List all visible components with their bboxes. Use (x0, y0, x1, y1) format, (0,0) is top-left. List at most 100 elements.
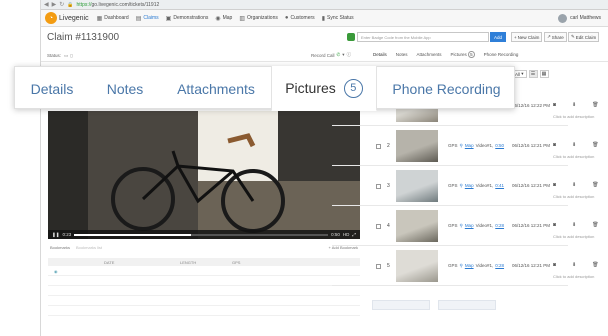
picture-checkbox[interactable] (376, 144, 381, 149)
bottom-button-1[interactable] (372, 300, 430, 310)
nav-item-dashboard[interactable]: ▦ Dashboard (97, 15, 129, 22)
video-time-link[interactable]: 0:41 (495, 183, 504, 189)
mini-tab-notes[interactable]: Notes (396, 52, 408, 57)
bookmarks-tab[interactable]: Bookmarks (50, 245, 70, 250)
picture-number: 4 (387, 223, 390, 229)
delete-icon[interactable]: 🗑 (592, 182, 598, 188)
picture-number: 2 (387, 143, 390, 149)
mini-tab-attachments[interactable]: Attachments (417, 52, 442, 57)
badge-code-input[interactable]: Enter Badge Code from the Mobile App (357, 32, 489, 42)
delete-icon[interactable]: 🗑 (592, 262, 598, 268)
bookmarks-row: Bookmarks Bookmarks list + Add Bookmark (48, 243, 360, 252)
picture-checkbox[interactable] (376, 184, 381, 189)
picture-thumbnail[interactable] (396, 210, 438, 242)
table-row[interactable] (48, 287, 360, 296)
picture-thumbnail[interactable] (396, 130, 438, 162)
mini-tab-phone-recording[interactable]: Phone Recording (484, 52, 519, 57)
nav-item-claims[interactable]: ▤ Claims (136, 15, 159, 22)
delete-icon[interactable]: 🗑 (592, 222, 598, 228)
download-icon[interactable]: ⬇ (572, 102, 576, 108)
map-pin-icon: ⚲ (459, 223, 463, 228)
video-ref: Video#1, (475, 263, 494, 268)
picture-thumbnail[interactable] (396, 250, 438, 282)
mobile-icon: ▯ (70, 52, 73, 58)
url-bar[interactable]: https://go.livegenic.com/tickets/11912 (77, 2, 160, 8)
record-call-control[interactable]: Record Call ✆ ▾ ⓘ (311, 52, 351, 58)
video-controls: ❚❚ 0:23 0:50 HD ⤢ (48, 230, 360, 239)
table-row[interactable]: ◉ (48, 267, 360, 276)
tab-details[interactable]: Details (15, 67, 89, 110)
picture-checkbox[interactable] (376, 224, 381, 229)
camera-icon[interactable]: ◙ (553, 222, 556, 228)
picture-description[interactable]: Click to add description (553, 234, 594, 239)
mini-tabs: Details Notes Attachments Pictures 5 Pho… (373, 51, 519, 58)
picture-date: 06/12/16 12:21 PM (512, 183, 551, 188)
video-player[interactable]: ❚❚ 0:23 0:50 HD ⤢ (48, 111, 360, 239)
nav-item-customers[interactable]: ● Customers (285, 15, 315, 21)
logo[interactable]: ◔ Livegenic (45, 12, 89, 24)
picture-actions: ◙ ⬇ 🗑 (553, 262, 599, 268)
table-row[interactable] (48, 277, 360, 286)
delete-icon[interactable]: 🗑 (592, 142, 598, 148)
edit-claim-button[interactable]: ✎ Edit Claim (568, 32, 600, 42)
mini-tab-pictures[interactable]: Pictures 5 (451, 51, 475, 58)
video-current-time: 0:23 (62, 232, 72, 237)
picture-row[interactable]: 3 GPS ⚲ Map Video#1, 0:41 06/12/16 12:21 PM ◙ ⬇ 🗑… (332, 166, 599, 206)
share-icon: ↗ (547, 34, 551, 39)
user-menu[interactable]: carl Matthews (558, 13, 601, 23)
tab-pictures[interactable]: Pictures 5 (271, 66, 377, 111)
grid-view-icon[interactable]: ▦ (539, 70, 549, 78)
camera-icon[interactable]: ◙ (553, 262, 556, 268)
forward-icon[interactable]: ▶ (52, 1, 57, 8)
download-icon[interactable]: ⬇ (572, 262, 576, 268)
nav-item-map[interactable]: ◉ Map (215, 15, 232, 22)
picture-description[interactable]: Click to add description (553, 274, 594, 279)
picture-thumbnail[interactable] (396, 170, 438, 202)
add-badge-button[interactable]: Add (490, 32, 506, 42)
tab-attachments[interactable]: Attachments (161, 67, 271, 110)
tab-phone-recording[interactable]: Phone Recording (377, 67, 516, 110)
list-view-icon[interactable]: ☰ (528, 70, 538, 78)
video-ref: Video#1, (475, 183, 494, 188)
back-icon[interactable]: ◀ (44, 1, 49, 8)
camera-icon[interactable]: ◙ (553, 102, 556, 108)
share-button[interactable]: ↗ Share (544, 32, 567, 42)
picture-description[interactable]: Click to add description (553, 194, 594, 199)
nav-item-sync-status[interactable]: ▮ Sync Status (322, 15, 354, 22)
reload-icon[interactable]: ↻ (59, 1, 64, 8)
new-claim-button[interactable]: + New Claim (511, 32, 543, 42)
table-row[interactable] (48, 297, 360, 306)
nav-item-demonstrations[interactable]: ▣ Demonstrations (166, 15, 209, 22)
map-link[interactable]: Map (465, 263, 474, 269)
camera-icon[interactable]: ◙ (553, 142, 556, 148)
camera-icon[interactable]: ◙ (553, 182, 556, 188)
picture-checkbox[interactable] (376, 264, 381, 269)
download-icon[interactable]: ⬇ (572, 182, 576, 188)
bottom-button-2[interactable] (438, 300, 496, 310)
bookmarks-list-tab[interactable]: Bookmarks list (76, 245, 102, 250)
map-link[interactable]: Map (465, 223, 474, 229)
picture-description[interactable]: Click to add description (553, 114, 594, 119)
map-link[interactable]: Map (465, 183, 474, 189)
pause-icon[interactable]: ❚❚ (52, 232, 60, 238)
delete-icon[interactable]: 🗑 (592, 102, 598, 108)
table-row[interactable] (48, 307, 360, 316)
video-time-link[interactable]: 0:28 (495, 263, 504, 269)
download-icon[interactable]: ⬇ (572, 142, 576, 148)
col-length: LENGTH (180, 260, 197, 265)
tab-notes[interactable]: Notes (89, 67, 161, 110)
nav-item-organizations[interactable]: ▥ Organizations (239, 15, 278, 22)
video-time-link[interactable]: 0:28 (495, 223, 504, 229)
picture-row[interactable]: 2 GPS ⚲ Map Video#1, 0:50 06/12/16 12:21 PM ◙ ⬇ 🗑… (332, 126, 599, 166)
gps-label: GPS (448, 223, 458, 228)
picture-row[interactable]: 4 GPS ⚲ Map Video#1, 0:28 06/12/16 12:21 PM ◙ ⬇ 🗑… (332, 206, 599, 246)
picture-row[interactable]: 5 GPS ⚲ Map Video#1, 0:28 06/12/16 12:21 PM ◙ ⬇ 🗑… (332, 246, 599, 286)
mini-tab-details[interactable]: Details (373, 52, 387, 57)
picture-date: 06/12/16 12:21 PM (512, 223, 551, 228)
download-icon[interactable]: ⬇ (572, 222, 576, 228)
picture-actions: ◙ ⬇ 🗑 (553, 182, 599, 188)
map-link[interactable]: Map (465, 143, 474, 149)
video-time-link[interactable]: 0:50 (495, 143, 504, 149)
video-seek-bar[interactable] (74, 233, 329, 236)
picture-description[interactable]: Click to add description (553, 154, 594, 159)
